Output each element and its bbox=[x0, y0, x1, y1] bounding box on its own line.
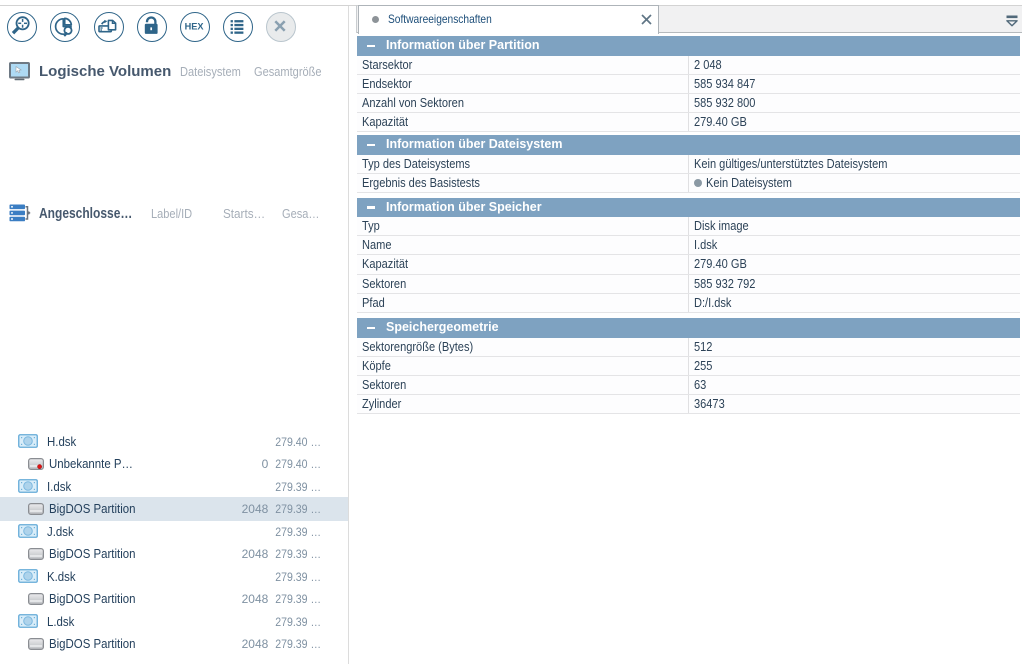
svg-text:HEX: HEX bbox=[185, 22, 205, 32]
